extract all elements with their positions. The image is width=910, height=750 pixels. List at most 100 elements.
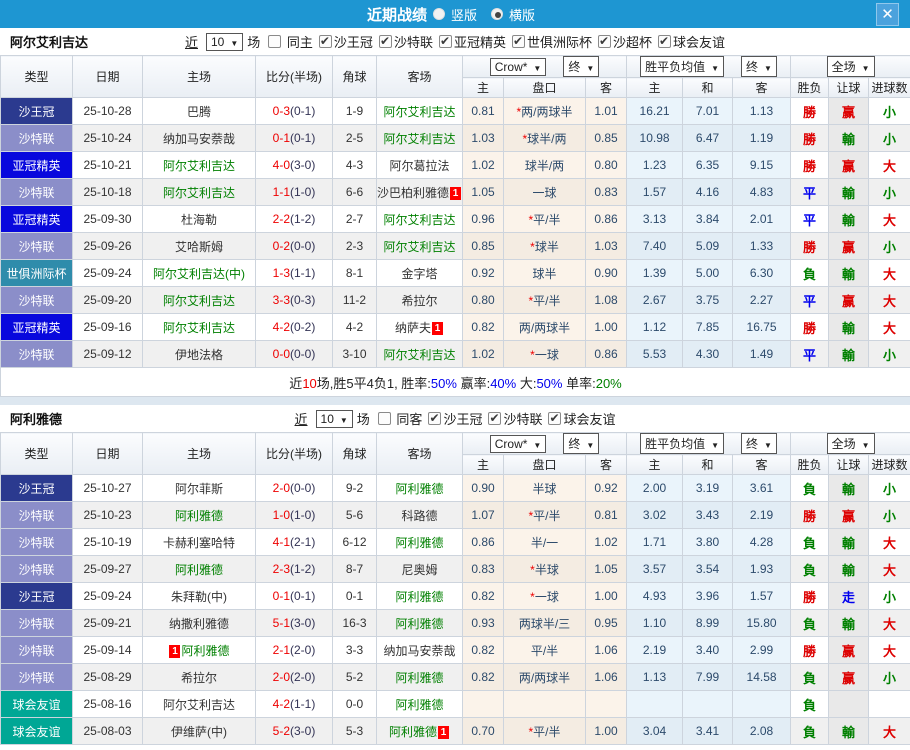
league-label-0: 沙王冠 [333, 35, 373, 50]
table-row: 沙特联 25-10-18 阿尔艾利吉达 1-1(1-0) 6-6 沙巴柏利雅德 1 1.05 一… [0, 178, 910, 206]
result-text: 輸 [842, 616, 856, 632]
crow-handicap: *半球 [503, 555, 586, 583]
crow-home-odds: 0.82 [462, 636, 504, 664]
result-text: 平 [803, 347, 817, 363]
close-icon[interactable]: ✕ [876, 3, 899, 26]
corner-cell: 5-6 [332, 501, 377, 529]
wdl-avg-select[interactable]: 胜平负均值 [640, 56, 725, 77]
league-checkbox-1[interactable] [378, 34, 392, 48]
home-team-cell: 纳加马安萘哉 [142, 124, 256, 152]
radio-horizontal[interactable] [491, 8, 503, 20]
handicap-text: 两/两球半 [521, 104, 573, 119]
wdl-avg-select[interactable]: 胜平负均值 [640, 433, 725, 454]
radio-vertical-label[interactable]: 竖版 [451, 5, 477, 24]
sub-header-odds-away: 客 [584, 77, 628, 98]
team-name-text: 卡赫利塞哈特 [162, 535, 235, 550]
final-select-a[interactable]: 终 [563, 56, 600, 77]
team-name-text: 沙巴柏利雅德 [377, 185, 450, 200]
corner-cell: 3-3 [332, 636, 377, 664]
goals-result-cell: 小 [868, 582, 910, 610]
crow-select[interactable]: Crow* [489, 434, 547, 453]
titlebar: 近期战绩 竖版 横版 ✕ [0, 0, 910, 28]
away-team-cell: 纳萨夫 1 [376, 313, 463, 341]
crow-select[interactable]: Crow* [489, 57, 547, 76]
home-team-cell: 杜海勒 [142, 205, 256, 233]
handicap-result-cell: 輸 [828, 340, 870, 368]
result-cell: 負 [790, 555, 830, 583]
avg-draw-odds: 3.54 [682, 555, 734, 583]
result-text: 輸 [842, 535, 856, 551]
team-name-text: 阿尔葛拉法 [389, 158, 450, 173]
same-venue-checkbox[interactable] [377, 412, 391, 425]
table-row: 沙特联 25-09-12 伊地法格 0-0(0-0) 3-10 阿尔艾利吉达 1.02 *一球… [0, 340, 910, 368]
team-name-text: 阿尔艾利吉达 [162, 185, 235, 200]
sub-header-handicap: 盘口 [503, 77, 586, 98]
crow-home-odds: 1.02 [462, 340, 504, 368]
league-checkbox-1[interactable] [488, 411, 502, 425]
halftime-score: (1-1) [290, 697, 316, 711]
fulltime-score: 4-2 [272, 320, 290, 334]
result-cell: 平 [790, 340, 830, 368]
avg-lose-odds: 2.08 [732, 717, 792, 745]
team-name-text: 阿尔艾利吉达 [162, 697, 235, 712]
away-team-cell: 阿利雅德 [376, 474, 463, 502]
result-text: 輸 [842, 131, 856, 147]
avg-win-odds: 1.12 [626, 313, 684, 341]
result-cell: 負 [790, 609, 830, 637]
fulltime-score: 5-2 [272, 724, 290, 738]
radio-vertical[interactable] [432, 8, 445, 20]
final-select-b[interactable]: 终 [741, 56, 777, 77]
result-text: 大 [883, 535, 897, 551]
corner-cell: 0-1 [332, 582, 377, 610]
team-name-text: 阿利雅德 [395, 535, 444, 550]
match-date: 25-08-03 [72, 717, 143, 745]
goals-result-cell: 小 [868, 124, 910, 152]
table-row: 亚冠精英 25-09-30 杜海勒 2-2(1-2) 2-7 阿尔艾利吉达 0.96 *平/半… [0, 205, 910, 233]
radio-horizontal-label[interactable]: 横版 [509, 5, 535, 24]
same-venue-checkbox[interactable] [268, 35, 282, 48]
avg-lose-odds: 16.75 [732, 313, 792, 341]
match-count-select[interactable]: 10 [206, 32, 244, 51]
team-name-text: 希拉尔 [180, 670, 217, 685]
crow-away-odds: 0.92 [584, 474, 628, 502]
crow-away-odds: 0.80 [584, 151, 628, 179]
team-name-text: 阿尔菲斯 [174, 481, 223, 496]
home-team-cell: 1 阿利雅德 [142, 636, 256, 664]
league-checkbox-0[interactable] [318, 34, 332, 48]
result-text: 勝 [803, 131, 817, 147]
handicap-text: 一球 [534, 589, 559, 604]
team-name-text: 阿利雅德 [388, 724, 437, 739]
league-checkbox-2[interactable] [438, 34, 452, 48]
team-name-text: 纳加马安萘哉 [383, 643, 456, 658]
goals-result-cell: 大 [868, 259, 910, 287]
full-match-select[interactable]: 全场 [826, 433, 875, 454]
team-name-text: 阿尔艾利吉达 [162, 320, 235, 335]
goals-result-cell: 大 [868, 205, 910, 233]
section-divider [0, 397, 910, 405]
league-checkbox-2[interactable] [548, 411, 562, 425]
league-checkbox-4[interactable] [597, 34, 611, 48]
halftime-score: (0-2) [290, 320, 316, 334]
halftime-score: (3-0) [290, 616, 316, 630]
league-checkbox-0[interactable] [428, 411, 442, 425]
near-link[interactable]: 近 [185, 32, 198, 51]
crow-away-odds: 1.03 [584, 232, 628, 260]
fulltime-score: 2-0 [272, 481, 290, 495]
near-link[interactable]: 近 [295, 409, 308, 428]
match-count-select[interactable]: 10 [315, 409, 353, 428]
score-cell: 2-0(0-0) [255, 474, 333, 502]
league-checkbox-5[interactable] [658, 34, 671, 48]
full-match-select[interactable]: 全场 [826, 56, 875, 77]
crow-handicap: *平/半 [503, 205, 586, 233]
score-cell: 4-2(0-2) [255, 313, 333, 341]
league-checkbox-3[interactable] [511, 34, 525, 48]
final-select-b[interactable]: 终 [741, 433, 777, 454]
crow-away-odds: 1.00 [584, 717, 628, 745]
final-select-a[interactable]: 终 [563, 433, 600, 454]
result-text: 輸 [842, 481, 856, 497]
crow-away-odds: 1.02 [584, 528, 628, 556]
team-name-text: 希拉尔 [401, 293, 438, 308]
result-text: 赢 [842, 239, 856, 255]
home-team-cell: 纳撒利雅德 [142, 609, 256, 637]
corner-cell: 2-5 [332, 124, 377, 152]
